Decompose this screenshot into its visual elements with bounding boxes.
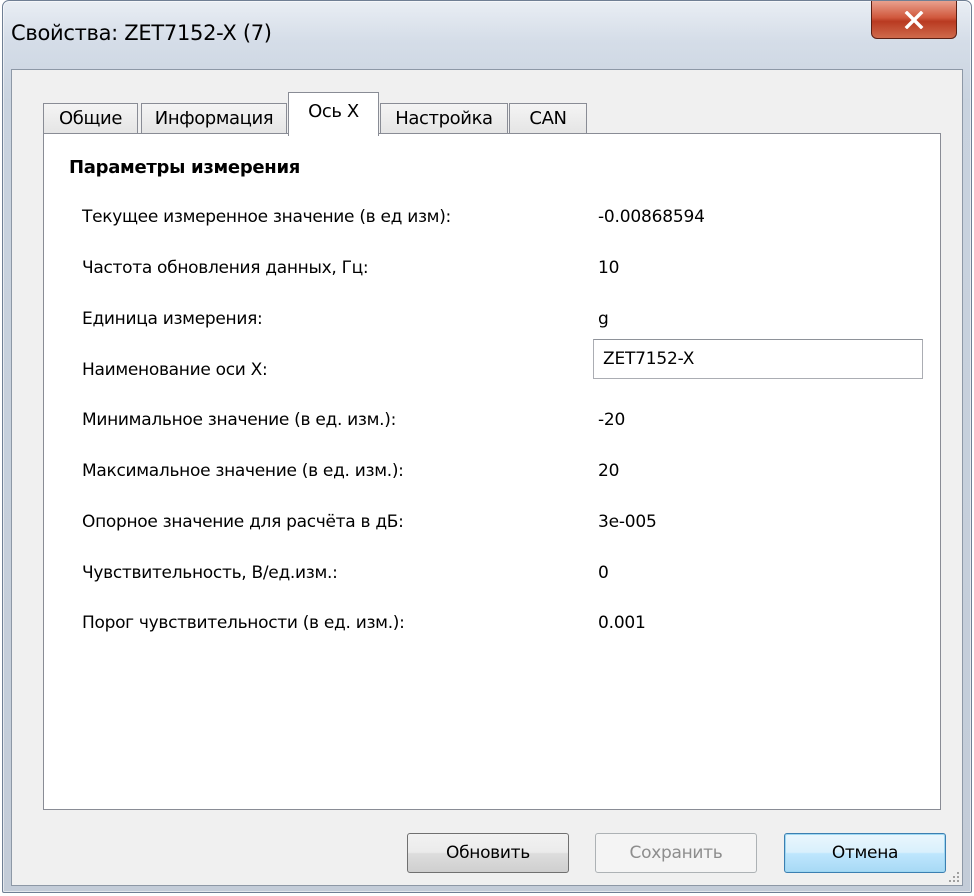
tab-settings[interactable]: Настройка — [380, 103, 508, 135]
unit-value: g — [598, 309, 609, 329]
tab-strip: Общие Информация Ось X Настройка CAN — [12, 70, 962, 136]
properties-dialog: Свойства: ZET7152-X (7) Общие Информация… — [2, 0, 972, 893]
current-value-label: Текущее измеренное значение (в ед изм): — [82, 207, 451, 227]
tab-axis-x[interactable]: Ось X — [288, 92, 379, 136]
min-value: -20 — [598, 410, 626, 430]
section-title: Параметры измерения — [69, 157, 301, 178]
title-bar[interactable]: Свойства: ZET7152-X (7) — [3, 1, 971, 71]
update-frequency-label: Частота обновления данных, Гц: — [82, 258, 369, 278]
db-reference-value: 3e-005 — [598, 512, 657, 532]
tab-can[interactable]: CAN — [509, 103, 587, 135]
threshold-value: 0.001 — [598, 613, 646, 633]
cancel-button[interactable]: Отмена — [784, 833, 946, 873]
axis-x-panel: Параметры измерения Текущее измеренное з… — [43, 133, 941, 810]
resize-grip-icon[interactable] — [944, 867, 962, 885]
close-icon — [904, 10, 924, 29]
window-title: Свойства: ZET7152-X (7) — [11, 21, 272, 45]
threshold-label: Порог чувствительности (в ед. изм.): — [82, 613, 405, 633]
tab-general[interactable]: Общие — [43, 103, 138, 135]
axis-name-label: Наименование оси X: — [82, 360, 268, 380]
axis-name-input[interactable] — [593, 339, 923, 379]
unit-label: Единица измерения: — [82, 309, 263, 329]
current-value: -0.00868594 — [598, 207, 705, 227]
dialog-client-area: Общие Информация Ось X Настройка CAN Пар… — [11, 69, 963, 886]
min-value-label: Минимальное значение (в ед. изм.): — [82, 410, 397, 430]
db-reference-label: Опорное значение для расчёта в дБ: — [82, 512, 404, 532]
sensitivity-label: Чувствительность, В/ед.изм.: — [82, 563, 338, 583]
max-value: 20 — [598, 461, 620, 481]
max-value-label: Максимальное значение (в ед. изм.): — [82, 461, 404, 481]
update-frequency-value: 10 — [598, 258, 620, 278]
sensitivity-value: 0 — [598, 563, 609, 583]
refresh-button[interactable]: Обновить — [407, 833, 569, 873]
tab-information[interactable]: Информация — [141, 103, 287, 135]
save-button[interactable]: Сохранить — [595, 833, 757, 873]
close-button[interactable] — [871, 1, 957, 39]
